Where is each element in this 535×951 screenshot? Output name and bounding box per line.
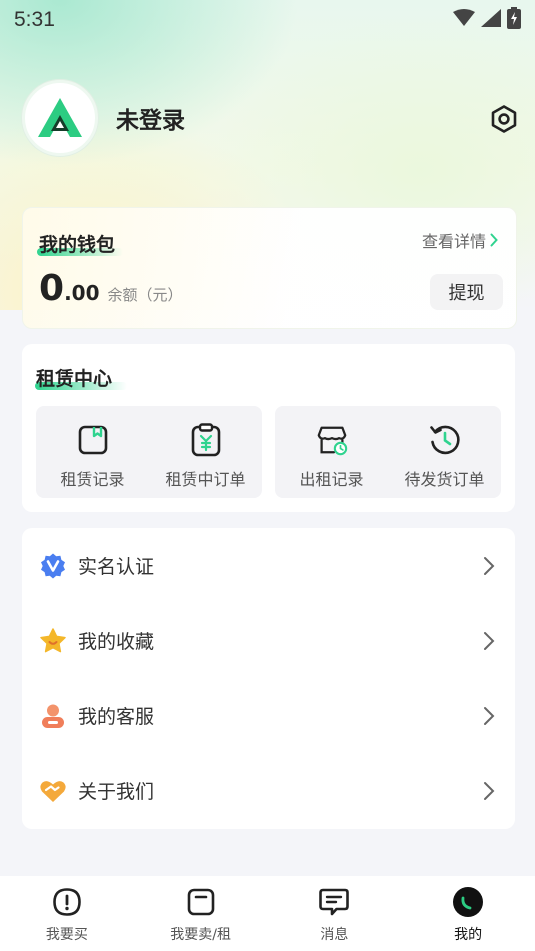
tab-label: 消息 xyxy=(320,927,349,943)
wallet-detail-link[interactable]: 查看详情 xyxy=(422,228,498,252)
menu-item-label: 我的客服 xyxy=(78,706,155,728)
menu-item-about-us[interactable]: 关于我们 xyxy=(22,753,515,828)
username[interactable]: 未登录 xyxy=(116,101,185,135)
tab-sell-rent[interactable]: 我要卖/租 xyxy=(134,876,268,951)
info-circle-icon xyxy=(51,886,83,918)
menu-item-favorites[interactable]: 我的收藏 xyxy=(22,603,515,678)
yuan-clipboard-icon xyxy=(189,423,223,457)
star-face-icon xyxy=(39,627,67,655)
chevron-right-icon xyxy=(481,780,497,802)
balance-integer: 0 xyxy=(39,268,65,309)
menu-item-label: 关于我们 xyxy=(78,781,155,803)
menu-item-customer-service[interactable]: 我的客服 xyxy=(22,678,515,753)
rental-item-pending-shipment[interactable]: 待发货订单 xyxy=(388,406,501,498)
rental-item-label: 租赁记录 xyxy=(60,470,125,489)
rental-item-lease-records[interactable]: 出租记录 xyxy=(275,406,388,498)
signal-icon xyxy=(481,9,501,31)
tab-buy[interactable]: 我要买 xyxy=(0,876,134,951)
bookmark-icon xyxy=(76,423,110,457)
balance-label: 余额（元） xyxy=(107,286,183,304)
avatar[interactable] xyxy=(22,80,98,156)
rental-item-label: 出租记录 xyxy=(299,470,364,489)
rental-group-lessor: 出租记录 待发货订单 xyxy=(275,406,501,498)
customer-service-icon xyxy=(39,702,67,730)
chevron-right-icon xyxy=(481,630,497,652)
battery-icon xyxy=(507,7,521,33)
profile-dark-icon xyxy=(452,886,484,918)
bottom-tab-bar: 我要买 我要卖/租 消息 我的 xyxy=(0,876,535,951)
rental-item-records[interactable]: 租赁记录 xyxy=(36,406,149,498)
settings-hexagon-icon xyxy=(491,105,517,133)
tab-mine[interactable]: 我的 xyxy=(401,876,535,951)
rental-center-card: 租赁中心 租赁记录 租赁中订单 出租记录 待发货订单 xyxy=(22,344,515,512)
tab-messages[interactable]: 消息 xyxy=(268,876,402,951)
withdraw-button[interactable]: 提现 xyxy=(430,274,503,310)
menu-item-real-name[interactable]: 实名认证 xyxy=(22,528,515,603)
tab-label: 我要卖/租 xyxy=(170,927,231,943)
store-clock-icon xyxy=(315,423,349,457)
rental-center-title: 租赁中心 xyxy=(36,368,113,390)
wallet-title: 我的钱包 xyxy=(39,234,116,256)
balance: 0.00 余额（元） xyxy=(39,268,183,309)
app-logo-icon xyxy=(38,98,82,137)
balance-decimal: .00 xyxy=(64,281,100,305)
chevron-right-icon xyxy=(490,233,498,247)
wifi-icon xyxy=(453,9,475,31)
status-icons xyxy=(453,7,521,33)
rental-item-active-orders[interactable]: 租赁中订单 xyxy=(149,406,262,498)
profile-header[interactable]: 未登录 xyxy=(22,80,185,156)
wallet-card[interactable]: 我的钱包 查看详情 0.00 余额（元） 提现 xyxy=(22,207,517,329)
wallet-detail-label: 查看详情 xyxy=(421,232,486,251)
tab-label: 我要买 xyxy=(45,927,88,943)
rental-item-label: 待发货订单 xyxy=(404,470,485,489)
history-icon xyxy=(428,423,462,457)
chevron-right-icon xyxy=(481,555,497,577)
handshake-heart-icon xyxy=(39,777,67,805)
menu-list: 实名认证 我的收藏 我的客服 关于我们 xyxy=(22,528,515,829)
menu-item-label: 实名认证 xyxy=(78,556,155,578)
rental-item-label: 租赁中订单 xyxy=(165,470,246,489)
rental-group-renter: 租赁记录 租赁中订单 xyxy=(36,406,262,498)
menu-item-label: 我的收藏 xyxy=(78,631,155,653)
square-minus-icon xyxy=(185,886,217,918)
chevron-right-icon xyxy=(481,705,497,727)
settings-button[interactable] xyxy=(487,102,521,136)
status-time: 5:31 xyxy=(14,8,55,31)
status-bar: 5:31 xyxy=(0,0,535,40)
message-icon xyxy=(318,886,350,918)
tab-label: 我的 xyxy=(454,927,483,943)
verified-badge-icon xyxy=(39,552,67,580)
